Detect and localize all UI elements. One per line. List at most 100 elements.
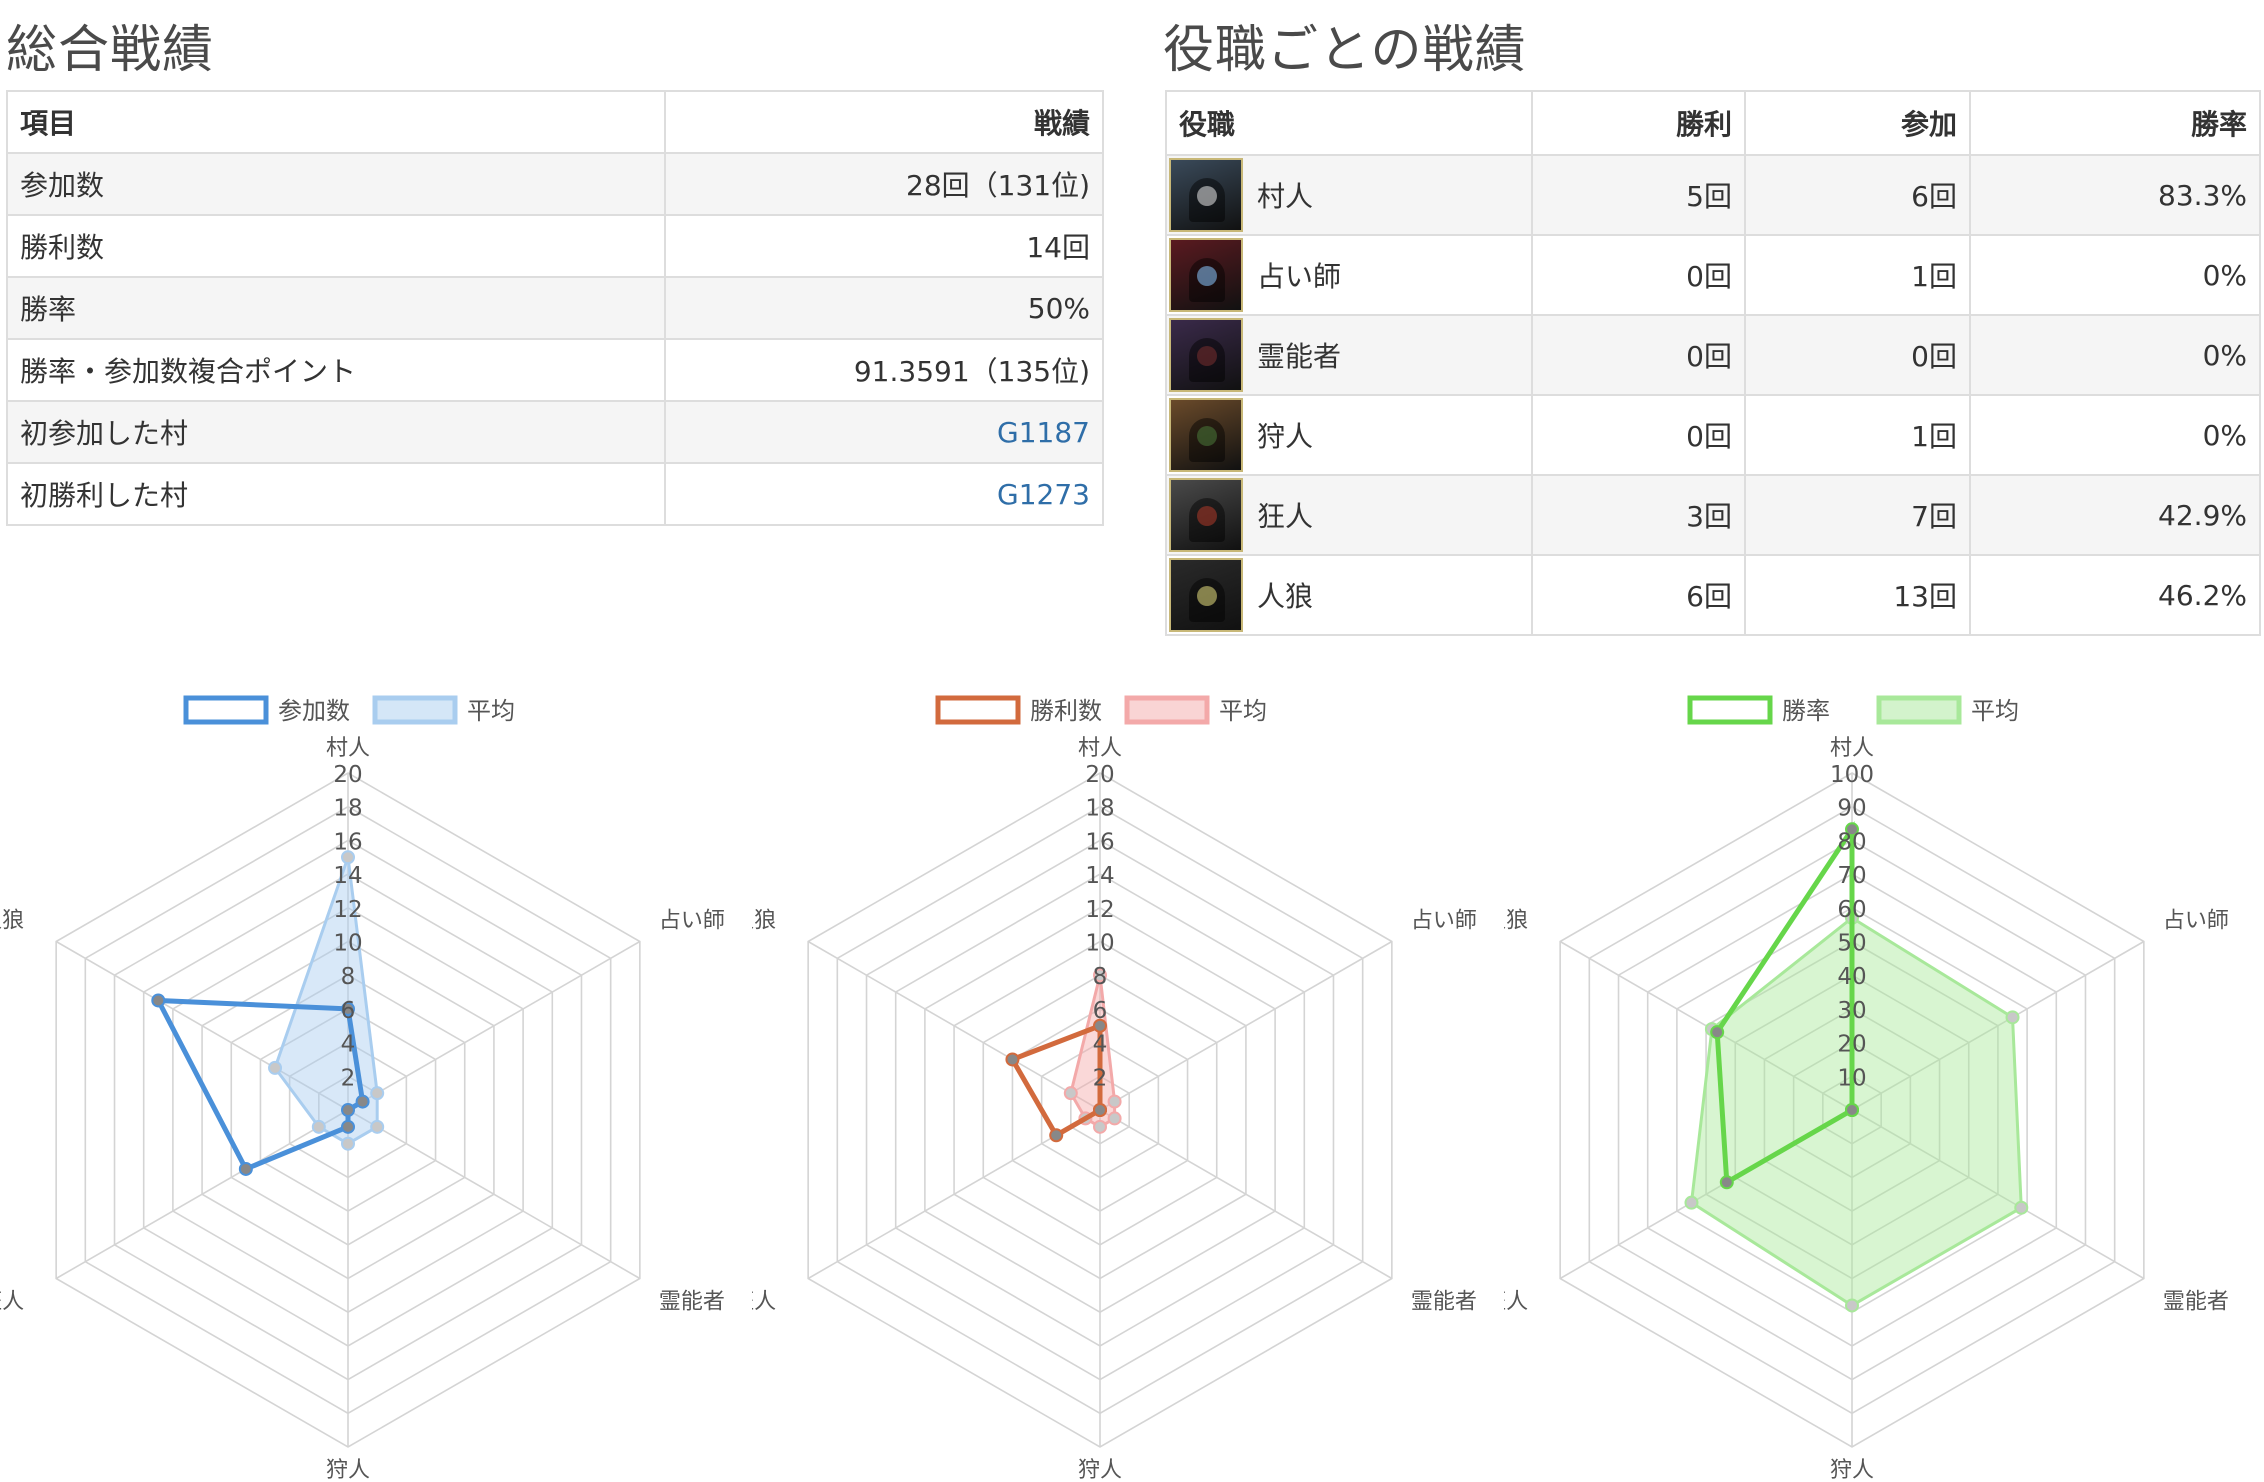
legend-swatch	[1876, 695, 1962, 725]
tick-label: 16	[333, 829, 362, 855]
legend-label: 勝率	[1782, 697, 1830, 725]
axis-label: 占い師	[659, 909, 725, 934]
axis-label: 狂人	[752, 1290, 776, 1315]
villager-icon	[1169, 158, 1243, 232]
axis-label: 村人	[1078, 736, 1122, 761]
werewolf-icon	[1169, 558, 1243, 632]
tick-label: 16	[1085, 829, 1114, 855]
data-point	[1049, 1128, 1064, 1143]
tick-label: 14	[333, 863, 362, 889]
radar-chart-plays: 参加数 平均 2 4 6 8 10 12 14 16 18 20村人占い師霊能者狩人 狂人 人狼	[0, 680, 760, 1480]
legend-swatch	[1687, 695, 1773, 725]
data-point	[1063, 1086, 1078, 1101]
tick-label: 40	[1837, 964, 1866, 990]
tick-label: 70	[1837, 863, 1866, 889]
role-plays: 6回	[1744, 154, 1971, 236]
data-point	[311, 1119, 326, 1134]
axis-label: 人狼	[0, 909, 24, 934]
axis-label: 狩人	[1078, 1458, 1122, 1480]
roles-title: 役職ごとの戦績	[1163, 21, 1527, 80]
role-name: 占い師	[1257, 260, 1342, 293]
data-point	[1710, 1025, 1725, 1040]
tick-label: 12	[333, 897, 362, 923]
table-row: 参加数 28回（131位)	[6, 152, 1104, 216]
village-link[interactable]: G1187	[997, 416, 1090, 449]
overall-row-label: 初参加した村	[6, 400, 666, 464]
tick-label: 20	[1085, 762, 1114, 788]
data-point	[341, 1103, 355, 1117]
data-point	[1107, 1111, 1122, 1126]
role-plays: 7回	[1744, 474, 1971, 556]
data-point	[1845, 1103, 1859, 1117]
data-point	[2005, 1010, 2020, 1025]
legend-label: 勝利数	[1030, 697, 1102, 725]
role-rate: 0%	[1969, 394, 2261, 476]
axis-label: 村人	[1830, 736, 1874, 761]
medium-icon	[1169, 318, 1243, 392]
overall-row-label: 勝率・参加数複合ポイント	[6, 338, 666, 402]
overall-title: 総合戦績	[6, 21, 215, 80]
tick-label: 20	[1837, 1032, 1866, 1058]
chart-legend: 勝利数 平均	[935, 695, 1267, 725]
data-point	[1093, 1119, 1107, 1134]
tick-label: 18	[1085, 796, 1114, 822]
radar-chart-wins: 勝利数 平均 2 4 6 8 10 12 14 16 18 20村人占い師霊能者狩人 狂人 人狼	[752, 680, 1512, 1480]
role-wins: 0回	[1531, 234, 1746, 316]
role-wins: 5回	[1531, 154, 1746, 236]
tick-label: 80	[1837, 829, 1866, 855]
tick-label: 12	[1085, 897, 1114, 923]
tick-label: 4	[1093, 1032, 1108, 1058]
tick-label: 10	[1837, 1065, 1866, 1091]
legend-label: 平均	[467, 697, 515, 725]
overall-stats-table: 項目 戦績 参加数 28回（131位) 勝利数 14回 勝率 50% 勝率・参加数複合ポイン…	[6, 90, 1104, 526]
data-point	[238, 1161, 253, 1176]
table-row: 勝率・参加数複合ポイント 91.3591（135位)	[6, 338, 1104, 402]
role-wins: 0回	[1531, 394, 1746, 476]
data-point	[1093, 1103, 1107, 1117]
table-row: 霊能者 0回 0回 0%	[1165, 314, 2261, 396]
role-wins: 6回	[1531, 554, 1746, 636]
legend-label: 平均	[1971, 697, 2019, 725]
chart-legend: 参加数 平均	[183, 695, 515, 725]
axis-label: 人狼	[1504, 909, 1528, 934]
tick-label: 4	[341, 1032, 356, 1058]
data-point	[370, 1086, 385, 1101]
table-row: 人狼 6回 13回 46.2%	[1165, 554, 2261, 636]
roles-header-wins: 勝利	[1531, 90, 1746, 156]
role-name: 人狼	[1257, 580, 1314, 613]
role-cell: 村人	[1165, 154, 1533, 236]
hunter-icon	[1169, 398, 1243, 472]
role-name: 村人	[1257, 180, 1314, 213]
role-plays: 1回	[1744, 234, 1971, 316]
axis-label: 狂人	[0, 1290, 24, 1315]
data-point	[370, 1119, 385, 1134]
overall-row-value: 28回（131位)	[664, 152, 1104, 216]
tick-label: 8	[341, 964, 356, 990]
role-cell: 狩人	[1165, 394, 1533, 476]
village-link[interactable]: G1273	[997, 478, 1090, 511]
roles-header-row: 役職 勝利 参加 勝率	[1165, 90, 2261, 156]
axis-label: 霊能者	[1411, 1290, 1477, 1315]
data-point	[1107, 1094, 1122, 1109]
tick-label: 100	[1830, 762, 1874, 788]
role-rate: 83.3%	[1969, 154, 2261, 236]
roles-stats-table: 役職 勝利 参加 勝率 村人 5回 6回 83.3% 占い師 0回 1回 0% 霊能者 0回 0回 0…	[1165, 90, 2261, 636]
tick-label: 2	[341, 1065, 356, 1091]
legend-swatch	[935, 695, 1021, 725]
role-cell: 占い師	[1165, 234, 1533, 316]
legend-swatch	[1124, 695, 1210, 725]
axis-label: 霊能者	[659, 1290, 725, 1315]
data-point	[268, 1060, 283, 1075]
role-cell: 霊能者	[1165, 314, 1533, 396]
table-row: 占い師 0回 1回 0%	[1165, 234, 2261, 316]
data-point	[151, 993, 166, 1008]
table-row: 初勝利した村 G1273	[6, 462, 1104, 526]
roles-header-plays: 参加	[1744, 90, 1971, 156]
role-wins: 0回	[1531, 314, 1746, 396]
data-point	[2014, 1200, 2029, 1215]
role-cell: 狂人	[1165, 474, 1533, 556]
tick-label: 6	[341, 998, 356, 1024]
tick-label: 6	[1093, 998, 1108, 1024]
role-rate: 46.2%	[1969, 554, 2261, 636]
table-row: 狂人 3回 7回 42.9%	[1165, 474, 2261, 556]
